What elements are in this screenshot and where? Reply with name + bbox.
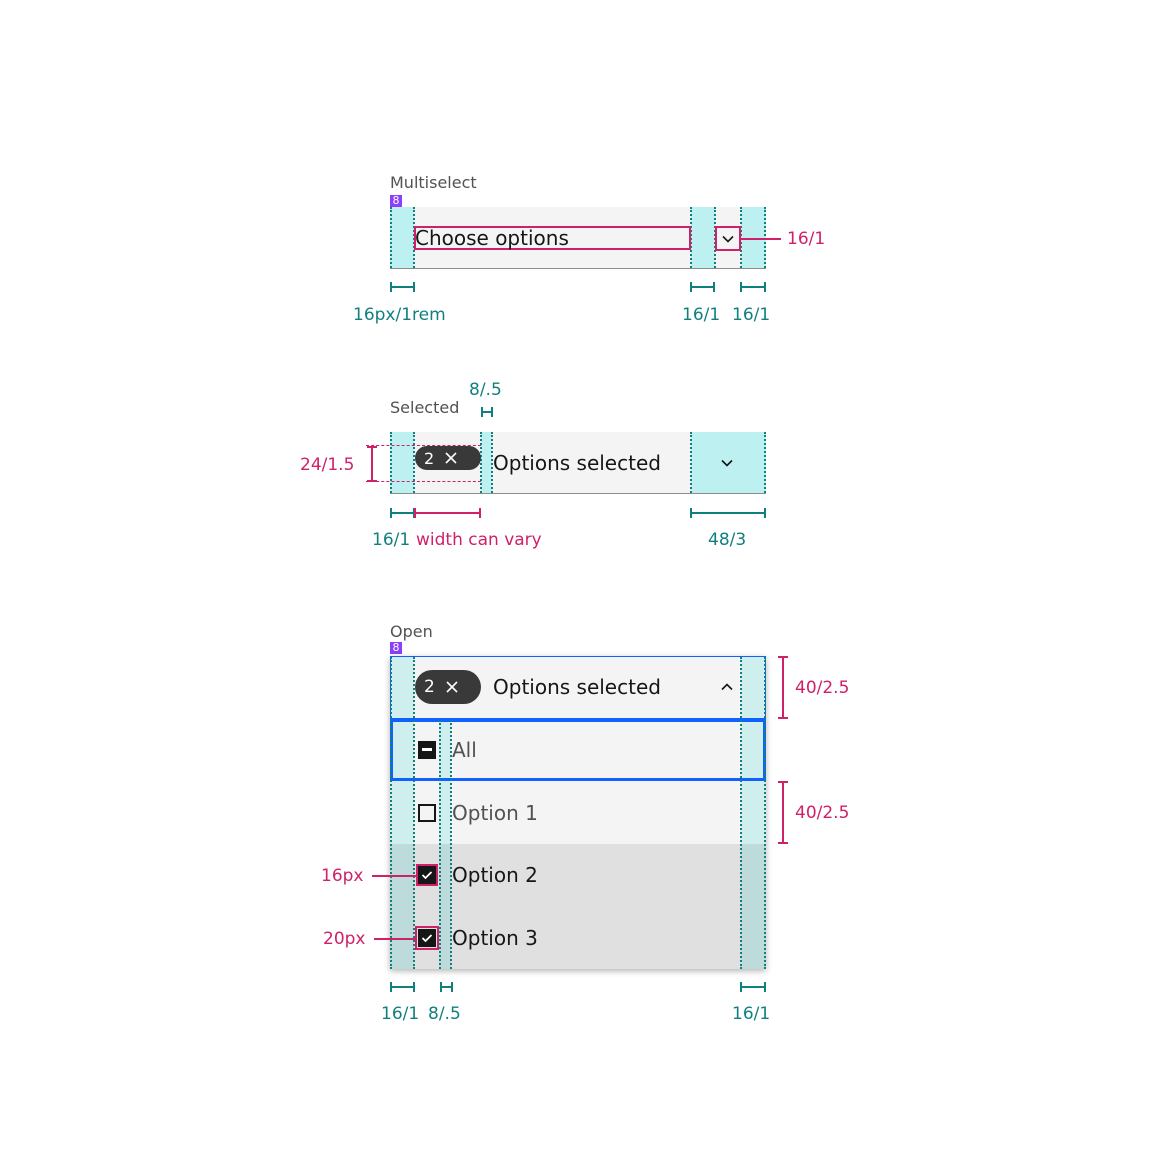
grid-badge: 8 <box>390 195 402 207</box>
annotation-icon-right-padding: 16/1 <box>732 305 771 325</box>
multiselect-placeholder: Choose options <box>415 226 569 250</box>
annotation-icon-area: 48/3 <box>708 530 747 550</box>
section-label-multiselect: Multiselect <box>390 173 477 192</box>
section-label-open: Open <box>390 622 433 641</box>
annotation-icon-size: 16/1 <box>787 229 826 249</box>
annotation-checkbox-16: 16px <box>321 866 364 886</box>
checkbox-checked[interactable] <box>418 929 436 947</box>
grid-badge: 8 <box>390 642 402 654</box>
focus-outline <box>390 719 766 781</box>
annotation-checkbox-gap: 8/.5 <box>428 1004 461 1024</box>
section-label-selected: Selected <box>390 398 460 417</box>
annotation-left-padding: 16px/1rem <box>353 305 446 325</box>
open-text: Options selected <box>493 675 661 699</box>
option-label: Option 1 <box>452 801 538 825</box>
annotation-tag-height: 24/1.5 <box>300 455 355 475</box>
chevron-up-icon[interactable] <box>719 679 735 695</box>
checkmark-icon <box>421 871 433 880</box>
option-label: Option 3 <box>452 926 538 950</box>
checkmark-icon <box>421 934 433 943</box>
chevron-down-icon[interactable] <box>720 231 736 247</box>
annotation-gap-before-icon: 16/1 <box>682 305 721 325</box>
selection-count-tag[interactable]: 2 <box>415 670 481 704</box>
annotation-tag-width: width can vary <box>416 530 542 550</box>
tag-count: 2 <box>424 677 435 697</box>
annotation-checkbox-20: 20px <box>323 929 366 949</box>
checkbox-unchecked[interactable] <box>418 804 436 822</box>
annotation-left-padding: 16/1 <box>381 1004 420 1024</box>
selection-count-tag[interactable]: 2 <box>415 446 481 470</box>
annotation-tag-gap: 8/.5 <box>469 380 502 400</box>
close-icon[interactable] <box>444 451 458 465</box>
option-label: All <box>452 738 477 762</box>
checkbox-checked[interactable] <box>418 866 436 884</box>
annotation-left-padding: 16/1 <box>372 530 411 550</box>
tag-count: 2 <box>424 448 435 468</box>
annotation-item-height: 40/2.5 <box>795 803 850 823</box>
annotation-field-height: 40/2.5 <box>795 678 850 698</box>
chevron-down-icon[interactable] <box>719 455 735 471</box>
selected-text: Options selected <box>493 451 661 475</box>
checkbox-indeterminate[interactable] <box>418 741 436 759</box>
option-label: Option 2 <box>452 863 538 887</box>
annotation-right-padding: 16/1 <box>732 1004 771 1024</box>
close-icon[interactable] <box>445 680 459 694</box>
